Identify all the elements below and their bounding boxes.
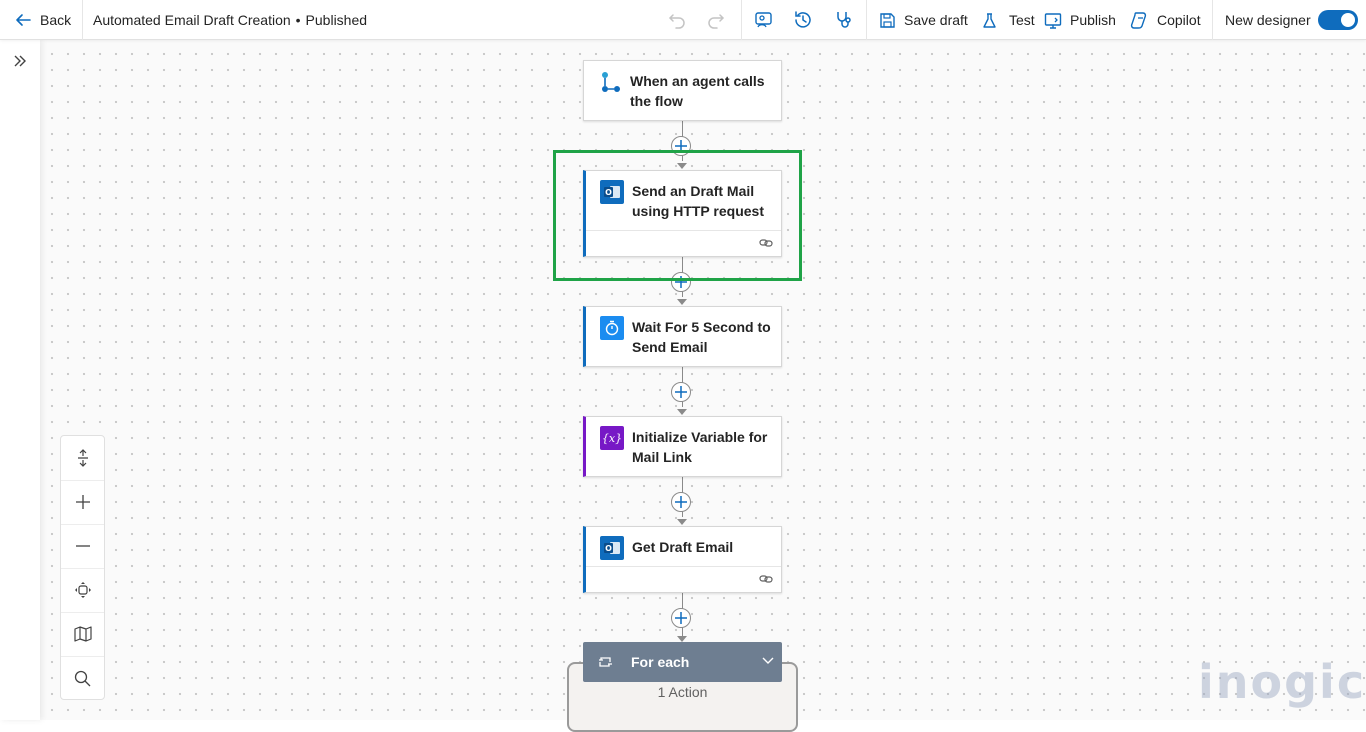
publish-label: Publish (1070, 12, 1116, 28)
search-icon (74, 670, 91, 686)
redo-icon (708, 14, 725, 29)
connector-arrow (677, 299, 687, 305)
card-header: Wait For 5 Second to Send Email (600, 316, 773, 357)
chevron-down-icon[interactable] (762, 657, 774, 665)
foreach-title: For each (631, 654, 690, 670)
card-header: When an agent calls the flow (598, 71, 773, 111)
publish-icon (1044, 12, 1062, 29)
variable-icon: {x} (600, 426, 624, 450)
designer-canvas[interactable] (40, 40, 1366, 720)
step-card-wait[interactable]: Wait For 5 Second to Send Email (583, 306, 782, 367)
timer-icon (600, 316, 624, 340)
version-history-button[interactable] (792, 9, 814, 31)
copilot-button[interactable]: Copilot (1130, 0, 1201, 40)
double-chevron-right-icon (14, 55, 26, 67)
copilot-label: Copilot (1157, 12, 1201, 28)
fit-height-button[interactable] (61, 436, 104, 481)
connection-link-icon[interactable] (759, 573, 773, 585)
toggle-knob (1341, 13, 1355, 27)
history-icon (795, 11, 811, 28)
test-label: Test (1009, 12, 1035, 28)
fit-view-icon (74, 582, 91, 598)
highlight-box (553, 150, 802, 281)
map-icon (73, 626, 92, 642)
card-footer (586, 566, 781, 592)
svg-text:{x}: {x} (602, 432, 622, 445)
publish-button[interactable]: Publish (1044, 0, 1116, 40)
new-designer-label: New designer (1225, 12, 1311, 28)
flow-title: Automated Email Draft Creation (93, 12, 291, 28)
card-header: O Get Draft Email (600, 536, 773, 560)
foreach-card[interactable]: For each (583, 642, 782, 682)
card-header: {x} Initialize Variable for Mail Link (600, 426, 773, 467)
card-title: Initialize Variable for Mail Link (632, 429, 768, 465)
flow-status: Published (305, 12, 368, 28)
redo-button[interactable] (705, 9, 727, 31)
connector-arrow (677, 519, 687, 525)
undo-button[interactable] (666, 9, 688, 31)
divider (741, 0, 742, 40)
person-feedback-icon (755, 12, 772, 28)
loop-icon (599, 657, 612, 667)
status-separator: • (295, 12, 301, 28)
insert-step-button[interactable] (671, 382, 691, 402)
expand-vertical-icon (77, 449, 88, 467)
save-draft-label: Save draft (904, 12, 968, 28)
stethoscope-icon (837, 12, 851, 28)
undo-icon (668, 14, 685, 29)
left-rail (0, 40, 40, 720)
connector-arrow (677, 409, 687, 415)
back-label: Back (40, 12, 72, 28)
expand-panel-button[interactable] (11, 52, 29, 70)
save-draft-button[interactable]: Save draft (879, 0, 968, 40)
divider (1212, 0, 1213, 40)
foreach-action-count: 1 Action (657, 684, 708, 700)
insert-step-button[interactable] (671, 608, 691, 628)
card-title: When an agent calls the flow (630, 73, 765, 109)
back-button[interactable]: Back (14, 0, 71, 40)
step-card-initialize-variable[interactable]: {x} Initialize Variable for Mail Link (583, 416, 782, 477)
minimap-button[interactable] (61, 612, 104, 657)
plus-icon (675, 612, 687, 624)
step-card-get-draft-email[interactable]: O Get Draft Email (583, 526, 782, 593)
agent-trigger-icon (598, 70, 622, 94)
plus-icon (75, 495, 90, 509)
divider (82, 0, 83, 40)
outlook-icon: O (600, 536, 624, 560)
card-title: Wait For 5 Second to Send Email (632, 319, 771, 355)
plus-icon (675, 496, 687, 508)
zoom-in-button[interactable] (61, 480, 104, 525)
card-title: Get Draft Email (632, 539, 734, 555)
watermark-logo: inogic (1198, 655, 1366, 709)
search-button[interactable] (61, 656, 104, 700)
copilot-icon (1130, 12, 1147, 29)
zoom-out-button[interactable] (61, 524, 104, 569)
save-icon (880, 12, 895, 28)
plus-icon (675, 386, 687, 398)
flow-checker-button[interactable] (753, 9, 775, 31)
minus-icon (75, 545, 90, 547)
insert-step-button[interactable] (671, 492, 691, 512)
trigger-card[interactable]: When an agent calls the flow (583, 60, 782, 121)
beaker-icon (983, 12, 996, 28)
arrow-left-icon (16, 14, 31, 26)
new-designer-toggle[interactable] (1318, 10, 1358, 30)
svg-text:O: O (605, 544, 612, 553)
flow-health-button[interactable] (833, 9, 855, 31)
divider (866, 0, 867, 40)
canvas-tools (60, 435, 105, 700)
flow-title-area: Automated Email Draft Creation • Publish… (93, 0, 367, 40)
test-button[interactable]: Test (981, 0, 1035, 40)
top-command-bar: Back Automated Email Draft Creation • Pu… (0, 0, 1366, 40)
fit-view-button[interactable] (61, 568, 104, 613)
